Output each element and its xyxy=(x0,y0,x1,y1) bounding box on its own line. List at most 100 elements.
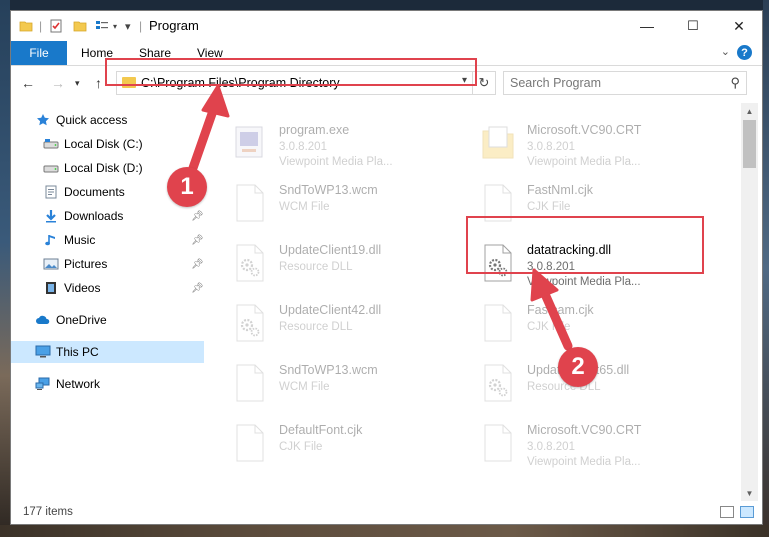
file-detail: 3.0.8.201 xyxy=(527,261,575,273)
navigation-pane: Quick access Local Disk (C:) Local Disk … xyxy=(11,103,206,501)
tab-home[interactable]: Home xyxy=(81,41,113,65)
sidebar-item-quick-access[interactable]: Quick access xyxy=(11,109,204,131)
file-item[interactable]: SndToWP13.wcm WCM File xyxy=(233,357,463,409)
tab-share[interactable]: Share xyxy=(139,41,171,65)
file-item[interactable]: Microsoft.VC90.CRT 3.0.8.201 Viewpoint Med… xyxy=(481,117,711,169)
sidebar-item-label: Quick access xyxy=(56,113,128,127)
file-item[interactable]: Fastcam.cjk CJK File xyxy=(481,297,711,349)
file-item[interactable]: DefaultFont.cjk CJK File xyxy=(233,417,463,469)
desktop-background xyxy=(763,0,769,537)
sidebar-item-onedrive[interactable]: OneDrive xyxy=(11,309,204,331)
file-detail: 3.0.8.201 xyxy=(279,141,327,153)
file-item[interactable]: Microsoft.VC90.CRT 3.0.8.201 Viewpoint Med… xyxy=(481,417,711,469)
new-folder-icon[interactable] xyxy=(73,17,87,35)
blank-file-icon xyxy=(481,423,515,463)
network-icon xyxy=(35,376,51,392)
pin-icon[interactable]: 📌︎ xyxy=(191,283,204,294)
blank-file-icon xyxy=(481,303,515,343)
help-icon[interactable]: ? xyxy=(737,45,752,60)
file-name: UpdateClient19.dll xyxy=(279,243,382,257)
sidebar-item-this-pc[interactable]: This PC xyxy=(11,341,204,363)
status-bar: 177 items xyxy=(11,501,762,524)
sidebar-item-pictures[interactable]: Pictures 📌︎ xyxy=(11,253,204,275)
pin-icon[interactable]: 📌︎ xyxy=(191,235,204,246)
sidebar-item-downloads[interactable]: Downloads 📌︎ xyxy=(11,205,204,227)
file-name: datatracking.dll xyxy=(527,243,612,257)
folder-icon xyxy=(122,77,136,88)
search-input[interactable] xyxy=(510,74,710,92)
search-icon[interactable]: ⚲ xyxy=(730,75,740,91)
scroll-down-icon[interactable]: ▼ xyxy=(741,485,758,501)
file-description: Viewpoint Media Pla... xyxy=(527,156,641,168)
minimize-button[interactable]: — xyxy=(624,11,670,41)
sidebar-item-label: This PC xyxy=(56,345,99,359)
explorer-window: | ▾ ▾ | Program — ☐ ✕ File Home Share Vi… xyxy=(10,10,763,525)
file-detail: WCM File xyxy=(279,381,330,393)
address-path[interactable]: C:\Program Files\Program Directory xyxy=(141,76,340,90)
window-title: Program xyxy=(149,18,199,33)
details-view-icon[interactable] xyxy=(720,506,734,518)
documents-icon xyxy=(43,184,59,200)
address-bar[interactable]: C:\Program Files\Program Directory ▾ ↻ xyxy=(116,71,496,95)
vertical-scrollbar[interactable]: ▲ ▼ xyxy=(741,103,758,501)
file-name: Microsoft.VC90.CRT xyxy=(527,423,642,437)
file-name: program.exe xyxy=(279,123,350,137)
search-box[interactable]: ⚲ xyxy=(503,71,747,95)
scrollbar-thumb[interactable] xyxy=(743,120,756,168)
maximize-button[interactable]: ☐ xyxy=(670,11,716,41)
tab-file[interactable]: File xyxy=(11,41,67,65)
tiles-view-icon[interactable] xyxy=(740,506,754,518)
customize-toolbar-icon[interactable]: ▾ xyxy=(113,17,117,35)
dll-file-icon xyxy=(481,243,515,283)
sidebar-item-videos[interactable]: Videos 📌︎ xyxy=(11,277,204,299)
file-name: FastNmI.cjk xyxy=(527,183,593,197)
properties-icon[interactable] xyxy=(49,17,63,35)
blank-file-icon xyxy=(233,183,267,223)
dropdown-icon[interactable]: ▾ xyxy=(125,17,131,35)
scroll-up-icon[interactable]: ▲ xyxy=(741,103,758,119)
folder-icon xyxy=(19,17,33,35)
sidebar-item-label: Pictures xyxy=(64,257,108,271)
sidebar-item-network[interactable]: Network xyxy=(11,373,204,395)
file-item[interactable]: datatracking.dll 3.0.8.201 Viewpoint Media… xyxy=(481,237,711,289)
file-name: Fastcam.cjk xyxy=(527,303,594,317)
pin-icon[interactable]: 📌︎ xyxy=(191,259,204,270)
file-item[interactable]: UpdateClient19.dll Resource DLL xyxy=(233,237,463,289)
forward-arrow-icon[interactable]: → xyxy=(51,75,65,91)
sidebar-item-local-disk-c[interactable]: Local Disk (C:) xyxy=(11,133,204,155)
refresh-icon[interactable]: ↻ xyxy=(472,72,495,94)
file-item[interactable]: UpdateClient42.dll Resource DLL xyxy=(233,297,463,349)
videos-icon xyxy=(43,280,59,296)
file-item[interactable]: program.exe 3.0.8.201 Viewpoint Media Pla.… xyxy=(233,117,463,169)
expand-ribbon-icon[interactable]: ⌄ xyxy=(721,45,730,58)
drive-icon xyxy=(43,136,59,152)
file-detail: 3.0.8.201 xyxy=(527,141,575,153)
pin-icon[interactable]: 📌︎ xyxy=(191,211,204,222)
blank-file-icon xyxy=(233,363,267,403)
sidebar-item-music[interactable]: Music 📌︎ xyxy=(11,229,204,251)
tab-view[interactable]: View xyxy=(197,41,223,65)
view-options-icon[interactable] xyxy=(95,17,111,35)
item-count: 177 items xyxy=(23,506,73,518)
file-item[interactable]: SndToWP13.wcm WCM File xyxy=(233,177,463,229)
sidebar-item-label: Local Disk (D:) xyxy=(64,161,143,175)
recent-locations-icon[interactable]: ▾ xyxy=(75,78,80,89)
toolbar-divider: | xyxy=(139,19,143,33)
file-detail: Resource DLL xyxy=(279,261,353,273)
close-button[interactable]: ✕ xyxy=(716,11,762,41)
star-icon xyxy=(35,112,51,128)
sidebar-item-label: Downloads xyxy=(64,209,124,223)
sidebar-item-label: Videos xyxy=(64,281,101,295)
chevron-down-icon[interactable]: ▾ xyxy=(462,75,467,86)
computer-icon xyxy=(35,344,51,360)
back-arrow-icon[interactable]: ← xyxy=(21,75,35,91)
ribbon-tabs: File Home Share View ⌄ ? xyxy=(11,41,762,66)
address-row: ← → ▾ ↑ C:\Program Files\Program Directo… xyxy=(11,66,762,100)
drive-icon xyxy=(43,160,59,176)
dll-file-icon xyxy=(481,363,515,403)
file-detail: Resource DLL xyxy=(279,321,353,333)
file-item[interactable]: FastNmI.cjk CJK File xyxy=(481,177,711,229)
up-arrow-icon[interactable]: ↑ xyxy=(95,75,102,91)
dll-file-icon xyxy=(233,243,267,283)
pictures-icon xyxy=(43,256,59,272)
